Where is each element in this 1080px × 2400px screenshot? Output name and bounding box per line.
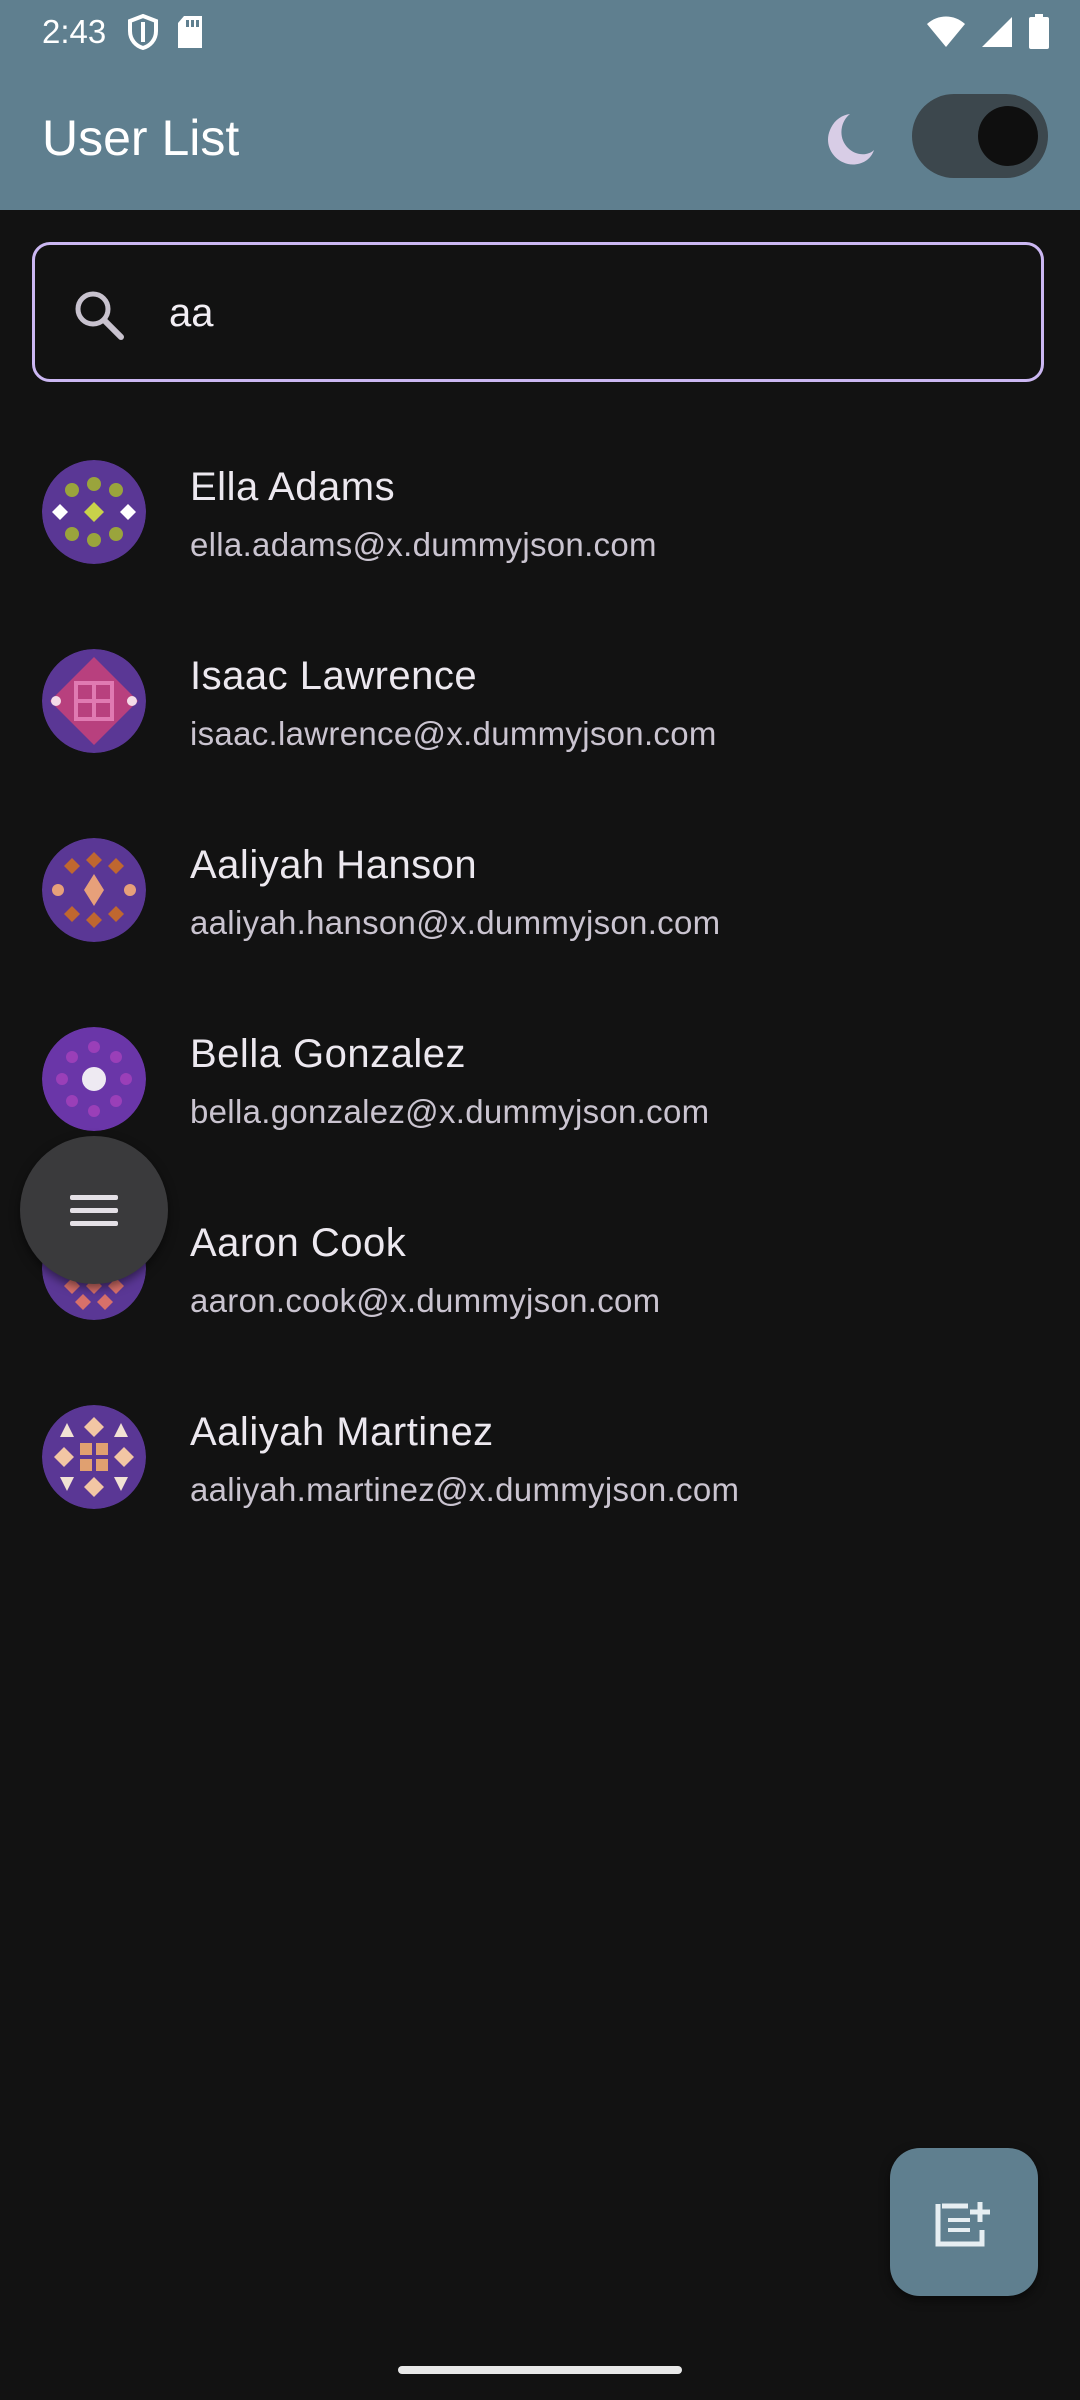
status-right-icons	[926, 14, 1050, 50]
search-box[interactable]	[32, 242, 1044, 382]
user-email: ella.adams@x.dummyjson.com	[190, 526, 657, 563]
list-item[interactable]: Isaac Lawrence isaac.lawrence@x.dummyjso…	[0, 629, 1080, 818]
status-left-icons	[128, 14, 204, 50]
user-name: Aaliyah Hanson	[190, 843, 478, 887]
avatar	[42, 1027, 146, 1131]
user-name: Aaliyah Martinez	[190, 1410, 494, 1454]
user-list: Ella Adams ella.adams@x.dummyjson.com Is…	[0, 440, 1080, 1574]
user-email: isaac.lawrence@x.dummyjson.com	[190, 715, 717, 752]
status-time: 2:43	[42, 13, 107, 50]
moon-icon	[828, 114, 874, 165]
app-bar: 2:43 User List	[0, 0, 1080, 210]
user-name: Bella Gonzalez	[190, 1032, 467, 1076]
avatar	[42, 838, 146, 942]
search-icon	[75, 291, 124, 340]
user-email: bella.gonzalez@x.dummyjson.com	[190, 1093, 710, 1130]
user-email: aaliyah.hanson@x.dummyjson.com	[190, 904, 721, 941]
list-item[interactable]: Aaliyah Martinez aaliyah.martinez@x.dumm…	[0, 1385, 1080, 1574]
wifi-icon	[927, 16, 965, 47]
avatar	[42, 1405, 146, 1509]
avatar	[42, 649, 146, 753]
user-email: aaron.cook@x.dummyjson.com	[190, 1282, 661, 1319]
home-indicator[interactable]	[398, 2366, 682, 2374]
theme-toggle[interactable]	[912, 94, 1048, 178]
user-name: Ella Adams	[190, 465, 396, 509]
search-input[interactable]	[169, 281, 989, 345]
note-add-icon	[935, 2202, 990, 2247]
add-note-fab-button[interactable]	[890, 2148, 1038, 2296]
toggle-knob	[978, 106, 1038, 166]
list-item[interactable]: Ella Adams ella.adams@x.dummyjson.com	[0, 440, 1080, 629]
page-title: User List	[42, 110, 240, 166]
shield-icon	[128, 14, 158, 50]
user-name: Isaac Lawrence	[190, 654, 478, 698]
user-name: Aaron Cook	[190, 1221, 407, 1265]
signal-icon	[982, 17, 1012, 47]
menu-fab-button[interactable]	[20, 1136, 168, 1284]
list-item[interactable]: Aaliyah Hanson aaliyah.hanson@x.dummyjso…	[0, 818, 1080, 1007]
battery-icon	[1029, 14, 1049, 49]
user-email: aaliyah.martinez@x.dummyjson.com	[190, 1471, 740, 1508]
menu-icon	[70, 1195, 118, 1226]
avatar	[42, 460, 146, 564]
sd-card-icon	[178, 16, 202, 48]
